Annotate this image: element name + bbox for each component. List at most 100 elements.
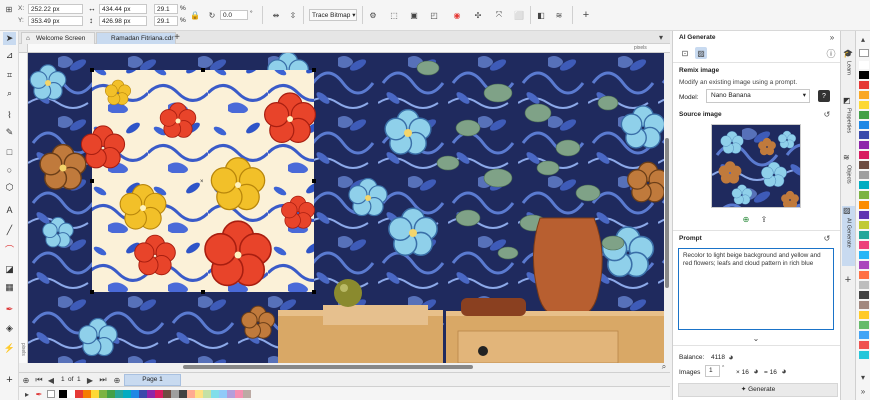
ruler-origin[interactable]	[19, 44, 28, 53]
palette-swatch[interactable]	[139, 390, 147, 398]
color-swatch[interactable]	[859, 341, 869, 349]
arrange-icon[interactable]: ◧	[535, 9, 547, 21]
resample-icon[interactable]: ▣	[408, 9, 420, 21]
color-swatch[interactable]	[859, 121, 869, 129]
shadow-tool-icon[interactable]: ◪	[3, 263, 16, 276]
x-position-input[interactable]: 252.22 px	[28, 4, 83, 14]
page-tab[interactable]: Page 1	[124, 374, 181, 386]
new-tab-icon[interactable]: +	[171, 31, 183, 43]
palette-swatch[interactable]	[91, 390, 99, 398]
palette-swatch[interactable]	[67, 390, 75, 398]
vertical-scroll-thumb[interactable]	[665, 138, 669, 288]
color-swatch[interactable]	[859, 261, 869, 269]
height-input[interactable]: 426.98 px	[99, 16, 147, 26]
color-swatch[interactable]	[859, 71, 869, 79]
color-swatch[interactable]	[859, 311, 869, 319]
palette-swatch[interactable]	[163, 390, 171, 398]
tab-document[interactable]: Ramadan Fitriana.cdr	[96, 32, 176, 44]
color-swatch[interactable]	[859, 191, 869, 199]
line-tool-icon[interactable]: ╱	[3, 224, 16, 237]
palette-swatch[interactable]	[203, 390, 211, 398]
last-page-icon[interactable]: ⏭	[97, 374, 109, 386]
add-docker-icon[interactable]: +	[842, 274, 854, 286]
images-stepper[interactable]: ⌃	[721, 365, 725, 371]
images-count-input[interactable]: 1	[705, 365, 720, 377]
remix-image-icon[interactable]: ▨	[695, 47, 707, 59]
add-tool-icon[interactable]: +	[3, 373, 16, 386]
palette-scroll-up-icon[interactable]: ▴	[857, 33, 869, 45]
reset-prompt-icon[interactable]: ↺	[821, 232, 833, 244]
trace-bitmap-button[interactable]: Trace Bitmap ▾	[309, 9, 357, 21]
color-swatch[interactable]	[859, 161, 869, 169]
outline-icon[interactable]: ⬜	[513, 9, 525, 21]
docker-tab-objects[interactable]: ≋ Objects	[842, 153, 855, 203]
crop-tool-icon[interactable]: ⌗	[3, 69, 16, 82]
palette-swatch[interactable]	[131, 390, 139, 398]
connector-tool-icon[interactable]: ⌒	[3, 243, 16, 256]
palette-options-icon[interactable]: »	[857, 385, 869, 397]
color-swatch[interactable]	[859, 301, 869, 309]
horizontal-scroll-thumb[interactable]	[183, 365, 473, 369]
fill-tool-icon[interactable]: ◈	[3, 322, 16, 335]
color-swatch[interactable]	[859, 221, 869, 229]
color-swatch[interactable]	[859, 251, 869, 259]
palette-swatch[interactable]	[179, 390, 187, 398]
model-select[interactable]: Nano Banana ▾	[706, 89, 810, 103]
horizontal-scrollbar[interactable]: ⌕	[28, 362, 670, 372]
crop-bitmap-icon[interactable]: ⬚	[388, 9, 400, 21]
palette-swatch[interactable]	[83, 390, 91, 398]
pick-image-icon[interactable]: ⊕	[740, 213, 752, 225]
adjust-icon[interactable]: ⚙	[367, 9, 379, 21]
artistic-media-icon[interactable]: ✎	[3, 126, 16, 139]
color-swatch[interactable]	[859, 181, 869, 189]
lock-ratio-icon[interactable]: 🔒	[189, 9, 201, 21]
palette-swatch[interactable]	[235, 390, 243, 398]
mirror-horizontal-icon[interactable]: ⇹	[270, 9, 282, 21]
collapse-chevron-icon[interactable]: ⌄	[750, 332, 762, 344]
palette-swatch[interactable]	[107, 390, 115, 398]
vertical-scrollbar[interactable]	[664, 53, 670, 363]
color-swatch[interactable]	[859, 141, 869, 149]
y-position-input[interactable]: 353.49 px	[28, 16, 83, 26]
effects-icon[interactable]: ✣	[472, 9, 484, 21]
stack-icon[interactable]: ≋	[553, 9, 565, 21]
palette-swatch[interactable]	[147, 390, 155, 398]
palette-swatch[interactable]	[75, 390, 83, 398]
color-swatch[interactable]	[859, 271, 869, 279]
color-swatch[interactable]	[859, 321, 869, 329]
horizontal-ruler[interactable]: pixels	[28, 44, 670, 53]
palette-swatch[interactable]	[171, 390, 179, 398]
color-swatch[interactable]	[859, 111, 869, 119]
tab-welcome-screen[interactable]: ⌂ Welcome Screen	[21, 32, 95, 44]
add-page-after-icon[interactable]: ⊕	[111, 374, 123, 386]
ellipse-tool-icon[interactable]: ○	[3, 163, 16, 176]
text-to-image-icon[interactable]: ⊡	[679, 47, 691, 59]
source-image-thumbnail[interactable]	[711, 124, 801, 208]
palette-swatch[interactable]	[59, 390, 67, 398]
docker-tab-ai-generate[interactable]: ▨ AI Generate	[842, 206, 855, 266]
polygon-tool-icon[interactable]: ⬡	[3, 181, 16, 194]
color-swatch[interactable]	[859, 241, 869, 249]
eyedropper-tool-icon[interactable]: ✒	[3, 303, 16, 316]
palette-menu-icon[interactable]: ▸	[21, 388, 33, 400]
no-color-swatch[interactable]	[47, 390, 55, 398]
color-swatch[interactable]	[859, 81, 869, 89]
rectangle-tool-icon[interactable]: □	[3, 145, 16, 158]
scale-y-input[interactable]: 29.1	[154, 16, 178, 26]
model-info-icon[interactable]: ?	[818, 90, 830, 102]
tab-menu-icon[interactable]: ▾	[655, 31, 667, 43]
ai-remove-icon[interactable]: ◉	[451, 9, 463, 21]
generate-button[interactable]: ✦ Generate	[678, 383, 838, 397]
transform-icon[interactable]: ⤧	[493, 9, 505, 21]
rotation-input[interactable]: 0.0	[220, 10, 248, 20]
add-icon[interactable]: +	[580, 9, 592, 21]
color-swatch[interactable]	[859, 281, 869, 289]
zoom-tool-icon[interactable]: ⌕	[3, 87, 16, 100]
info-icon[interactable]: ⓘ	[825, 47, 837, 59]
color-swatch[interactable]	[859, 291, 869, 299]
docker-tab-properties[interactable]: ◩ Properties	[842, 96, 855, 151]
palette-swatch[interactable]	[115, 390, 123, 398]
mirror-vertical-icon[interactable]: ⇳	[287, 9, 299, 21]
next-page-icon[interactable]: ▶	[84, 374, 96, 386]
bitmap-mask-icon[interactable]: ◰	[428, 9, 440, 21]
